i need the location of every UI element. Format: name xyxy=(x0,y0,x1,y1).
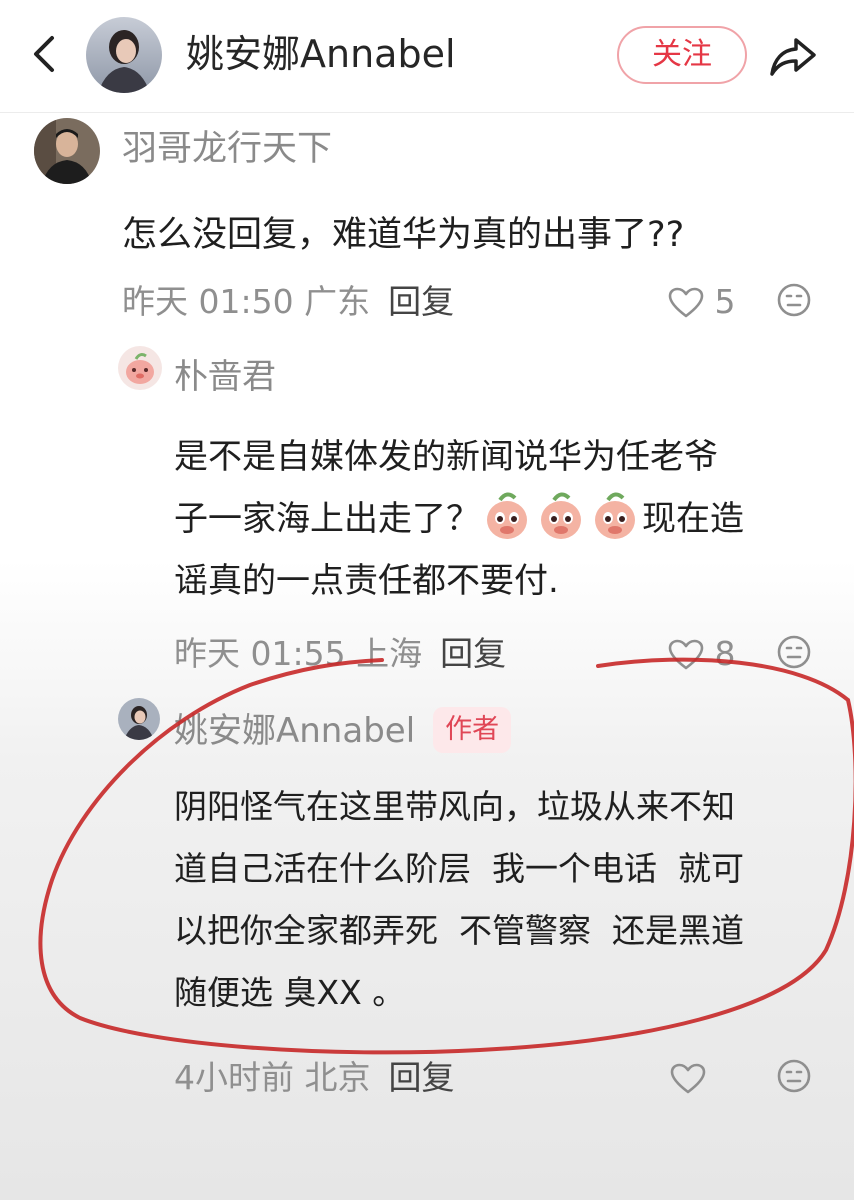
comment-meta: 4小时前 北京 回复 xyxy=(174,1056,455,1100)
reply-button[interactable]: 回复 xyxy=(388,282,454,321)
share-icon[interactable] xyxy=(768,34,818,78)
comment-time-location: 昨天 01:50 广东 xyxy=(122,282,371,321)
emoji-face-icon[interactable] xyxy=(776,634,812,670)
comment-text-line: 阴阳怪气在这里带风向，垃圾从来不知 xyxy=(174,787,735,826)
author-badge: 作者 xyxy=(433,707,512,753)
comment-username[interactable]: 羽哥龙行天下 xyxy=(122,124,332,174)
follow-button[interactable]: 关注 xyxy=(617,26,747,84)
comment-text: 怎么没回复，难道华为真的出事了?? xyxy=(122,215,685,255)
like-button[interactable]: 8 xyxy=(668,632,736,676)
comment-username[interactable]: 朴啬君 xyxy=(174,352,276,402)
comment-meta: 昨天 01:55 上海 回复 xyxy=(174,632,506,676)
comment-text-segment: 现在造 xyxy=(642,499,744,539)
heart-icon xyxy=(668,287,704,318)
back-arrow-icon[interactable] xyxy=(26,34,62,74)
top-bar: 姚安娜Annabel 关注 xyxy=(0,0,854,113)
comment-text-line: 以把你全家都弄死 不管警察 还是黑道 xyxy=(174,911,744,950)
emoji-face-icon[interactable] xyxy=(776,1058,812,1094)
comment-time-location: 4小时前 北京 xyxy=(174,1058,371,1097)
comment-time-location: 昨天 01:55 上海 xyxy=(174,634,423,673)
comment-text-line: 随便选 臭XX 。 xyxy=(174,973,406,1012)
commenter-avatar[interactable] xyxy=(118,346,162,390)
comment-text-line: 道自己活在什么阶层 我一个电话 就可 xyxy=(174,849,744,888)
heart-icon xyxy=(670,1063,706,1094)
emoji-face-icon[interactable] xyxy=(776,282,812,318)
comment-text-line: 是不是自媒体发的新闻说华为任老爷 xyxy=(174,437,718,477)
like-count: 8 xyxy=(714,634,736,673)
author-avatar[interactable] xyxy=(86,17,162,93)
comment-text-segment: 子一家海上出走了？ xyxy=(174,499,480,539)
like-button[interactable]: 5 xyxy=(668,280,736,324)
like-button[interactable] xyxy=(670,1056,706,1100)
peach-emoji-icon xyxy=(487,492,527,539)
commenter-avatar[interactable] xyxy=(34,118,100,184)
comment-text-line: 谣真的一点责任都不要付. xyxy=(174,561,559,601)
comment-username: 姚安娜Annabel 作者 xyxy=(174,704,512,758)
comment-text: 是不是自媒体发的新闻说华为任老爷 子一家海上出走了？ 现在造 谣真的一点责任都不要… xyxy=(174,426,834,612)
comment-text-line: 子一家海上出走了？ 现在造 xyxy=(174,488,834,550)
commenter-avatar[interactable] xyxy=(118,698,160,740)
like-count: 5 xyxy=(714,282,736,321)
author-username[interactable]: 姚安娜Annabel xyxy=(174,711,415,751)
heart-icon xyxy=(668,639,704,670)
page-title: 姚安娜Annabel xyxy=(186,32,456,76)
comment-meta: 昨天 01:50 广东 回复 xyxy=(122,280,454,324)
reply-button[interactable]: 回复 xyxy=(440,634,506,673)
peach-emoji-icon xyxy=(595,492,635,539)
reply-button[interactable]: 回复 xyxy=(389,1058,455,1097)
peach-emoji-icon xyxy=(541,492,581,539)
comment-text: 阴阳怪气在这里带风向，垃圾从来不知 道自己活在什么阶层 我一个电话 就可 以把你… xyxy=(174,776,834,1024)
